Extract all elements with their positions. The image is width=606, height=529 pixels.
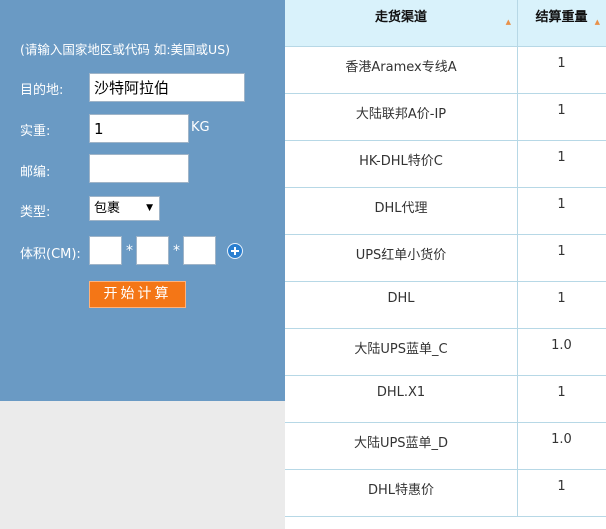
destination-input[interactable] (89, 73, 245, 102)
sort-up-triangle-icon[interactable]: ▲ (506, 18, 511, 26)
start-calculation-button[interactable]: 开始计算 (89, 281, 186, 308)
plus-circle-icon[interactable] (227, 243, 243, 259)
weight-unit: KG (191, 120, 210, 135)
table-row: DHL.X1 1 (285, 375, 606, 422)
table-row: DHL代理 1 (285, 187, 606, 234)
channel-cell: UPS红单小货价 (355, 248, 447, 263)
type-select[interactable]: 包裹 ▼ (89, 196, 160, 221)
column-header-weight-label: 结算重量 (535, 10, 588, 25)
table-row: 大陆联邦A价-IP 1 (285, 93, 606, 140)
channel-cell: DHL特惠价 (367, 483, 435, 498)
channel-cell: DHL代理 (374, 201, 428, 216)
table-header: 走货渠道 ▲ 结算重量 ▲ (285, 0, 606, 46)
column-header-channel[interactable]: 走货渠道 ▲ (285, 0, 517, 46)
channel-cell: 香港Aramex专线A (345, 60, 457, 75)
table-row: HK-DHL特价C 1 (285, 140, 606, 187)
weight-cell: 1.0 (551, 432, 572, 447)
channel-cell: 大陆联邦A价-IP (355, 107, 447, 122)
column-header-channel-label: 走货渠道 (374, 10, 427, 25)
column-header-weight[interactable]: 结算重量 ▲ (517, 0, 606, 46)
column-divider (517, 0, 518, 517)
type-select-value: 包裹 (94, 201, 121, 216)
channel-cell: 大陆UPS蓝单_D (353, 436, 449, 451)
weight-cell: 1.0 (551, 338, 572, 353)
table-row: 香港Aramex专线A 1 (285, 46, 606, 93)
postcode-label: 邮编: (20, 165, 51, 180)
table-row: UPS红单小货价 1 (285, 234, 606, 281)
postcode-input[interactable] (89, 154, 189, 183)
dimension-separator: * (173, 243, 180, 259)
type-label: 类型: (20, 205, 51, 220)
channel-cell: HK-DHL特价C (359, 154, 443, 169)
channel-cell: 大陆UPS蓝单_C (354, 342, 448, 357)
weight-cell: 1 (557, 56, 566, 71)
results-table: 走货渠道 ▲ 结算重量 ▲ 香港Aramex专线A 1 大陆联邦A价-IP 1 HK-D… (285, 0, 606, 529)
length-input[interactable] (89, 236, 122, 265)
weight-cell: 1 (557, 385, 566, 400)
volume-label: 体积(CM): (20, 247, 81, 262)
weight-input[interactable] (89, 114, 189, 143)
weight-cell: 1 (557, 291, 566, 306)
destination-label: 目的地: (20, 83, 64, 98)
weight-cell: 1 (557, 103, 566, 118)
channel-cell: DHL.X1 (376, 385, 426, 400)
weight-label: 实重: (20, 124, 51, 139)
table-row: 大陆UPS蓝单_D 1.0 (285, 422, 606, 469)
weight-cell: 1 (557, 244, 566, 259)
table-row: 大陆UPS蓝单_C 1.0 (285, 328, 606, 375)
dimension-separator: * (126, 243, 133, 259)
destination-hint: (请输入国家地区或代码 如:美国或US) (20, 42, 231, 57)
weight-cell: 1 (557, 479, 566, 494)
channel-cell: DHL (387, 291, 415, 306)
weight-cell: 1 (557, 150, 566, 165)
sort-up-triangle-icon[interactable]: ▲ (595, 18, 600, 26)
weight-cell: 1 (557, 197, 566, 212)
height-input[interactable] (183, 236, 216, 265)
shipping-calculator-panel: (请输入国家地区或代码 如:美国或US) 目的地: 实重: KG 邮编: 类型:… (0, 0, 285, 401)
dropdown-triangle-icon: ▼ (146, 203, 153, 213)
width-input[interactable] (136, 236, 169, 265)
table-row: DHL特惠价 1 (285, 469, 606, 516)
table-bottom-border (285, 516, 606, 517)
table-row: DHL 1 (285, 281, 606, 328)
